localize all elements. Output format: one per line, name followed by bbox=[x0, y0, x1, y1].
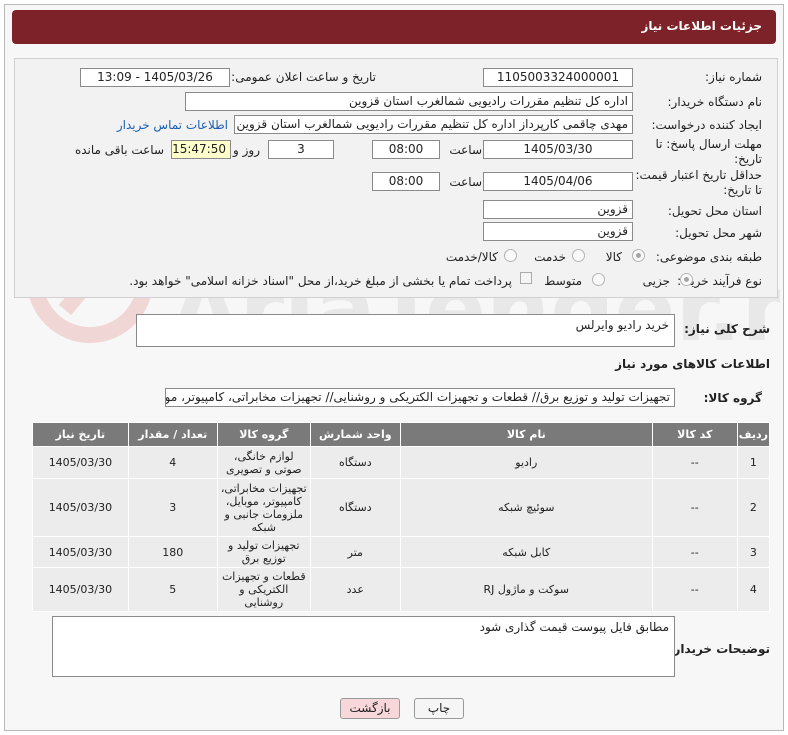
goods-section-title: اطلاعات کالاهای مورد نیاز bbox=[615, 357, 770, 371]
summary-label: شرح کلی نیاز: bbox=[684, 322, 770, 336]
cell-row: 2 bbox=[736, 478, 771, 537]
city-label: شهر محل تحویل: bbox=[675, 226, 762, 240]
announce-label: تاریخ و ساعت اعلان عمومی: bbox=[231, 70, 376, 84]
category-radio-goods-service[interactable] bbox=[504, 249, 517, 262]
category-option-goods-service: کالا/خدمت bbox=[445, 250, 498, 264]
province-label: استان محل تحویل: bbox=[667, 204, 762, 218]
cell-group: تجهیزات تولید و توزیع برق bbox=[216, 536, 311, 568]
table-row[interactable]: 2 -- سوئیچ شبکه دستگاه تجهیزات مخابراتی،… bbox=[32, 478, 771, 537]
process-option-medium: متوسط bbox=[544, 274, 582, 288]
buyer-field: اداره کل تنظیم مقررات رادیویی شمالغرب اس… bbox=[185, 92, 633, 111]
price-deadline-label: حداقل تاریخ اعتبار قیمت: تا تاریخ: bbox=[635, 168, 762, 197]
category-radio-goods[interactable] bbox=[632, 249, 645, 262]
remaining-time-field: 15:47:50 bbox=[171, 140, 231, 159]
page-header: جزئیات اطلاعات نیاز bbox=[12, 10, 776, 44]
price-time-label: ساعت bbox=[449, 175, 482, 189]
col-unit: واحد شمارش bbox=[309, 422, 401, 447]
col-code: کد کالا bbox=[651, 422, 738, 447]
cell-code: -- bbox=[651, 478, 738, 537]
cell-qty: 3 bbox=[127, 478, 218, 537]
buyer-notes-label: توضیحات خریدار: bbox=[668, 642, 770, 656]
contact-info-link[interactable]: اطلاعات تماس خریدار bbox=[117, 118, 228, 132]
category-option-service: خدمت bbox=[534, 250, 566, 264]
reply-date-field: 1405/03/30 bbox=[483, 140, 633, 159]
cell-row: 1 bbox=[736, 446, 771, 479]
process-radio-minor[interactable] bbox=[680, 273, 693, 286]
table-row[interactable]: 3 -- کابل شبکه متر تجهیزات تولید و توزیع… bbox=[32, 536, 771, 568]
cell-name: سوکت و ماژول RJ bbox=[399, 567, 653, 612]
items-table: ردیف کد کالا نام کالا واحد شمارش گروه کا… bbox=[32, 422, 771, 612]
days-label: روز و bbox=[233, 143, 260, 157]
goods-group-label: گروه کالا: bbox=[703, 391, 762, 405]
cell-name: کابل شبکه bbox=[399, 536, 653, 568]
cell-row: 4 bbox=[736, 567, 771, 612]
cell-group: تجهیزات مخابراتی، کامپیوتر، موبایل، ملزو… bbox=[216, 478, 311, 537]
col-group: گروه کالا bbox=[216, 422, 311, 447]
cell-group: لوازم خانگی، صوتی و تصویری bbox=[216, 446, 311, 479]
cell-unit: متر bbox=[309, 536, 401, 568]
cell-date: 1405/03/30 bbox=[32, 478, 129, 537]
cell-unit: دستگاه bbox=[309, 446, 401, 479]
process-option-minor: جزیی bbox=[642, 274, 670, 288]
process-radio-medium[interactable] bbox=[592, 273, 605, 286]
col-row: ردیف bbox=[736, 422, 771, 447]
print-button[interactable]: چاپ bbox=[414, 698, 464, 719]
cell-date: 1405/03/30 bbox=[32, 536, 129, 568]
cell-code: -- bbox=[651, 567, 738, 612]
cell-code: -- bbox=[651, 536, 738, 568]
cell-qty: 4 bbox=[127, 446, 218, 479]
treasury-payment-note: پرداخت تمام یا بخشی از مبلغ خرید،از محل … bbox=[129, 274, 512, 288]
cell-unit: عدد bbox=[309, 567, 401, 612]
table-row[interactable]: 1 -- رادیو دستگاه لوازم خانگی، صوتی و تص… bbox=[32, 446, 771, 479]
reply-time-label: ساعت bbox=[449, 143, 482, 157]
cell-qty: 180 bbox=[127, 536, 218, 568]
cell-group: قطعات و تجهیزات الکتریکی و روشنایی bbox=[216, 567, 311, 612]
col-date: تاریخ نیاز bbox=[32, 422, 129, 447]
cell-code: -- bbox=[651, 446, 738, 479]
back-button[interactable]: بازگشت bbox=[340, 698, 400, 719]
creator-label: ایجاد کننده درخواست: bbox=[651, 118, 762, 132]
col-name: نام کالا bbox=[399, 422, 653, 447]
cell-unit: دستگاه bbox=[309, 478, 401, 537]
creator-field: مهدی چاقمی کارپرداز اداره کل تنظیم مقررا… bbox=[234, 115, 633, 134]
province-field: قزوین bbox=[483, 200, 633, 219]
treasury-payment-checkbox[interactable] bbox=[520, 272, 532, 284]
need-number-field: 1105003324000001 bbox=[483, 68, 633, 87]
buyer-notes-field: مطابق فایل پیوست قیمت گذاری شود bbox=[52, 616, 675, 677]
summary-field: خرید رادیو وایرلس bbox=[136, 314, 675, 347]
cell-row: 3 bbox=[736, 536, 771, 568]
reply-time-field: 08:00 bbox=[372, 140, 440, 159]
need-number-label: شماره نیاز: bbox=[705, 70, 762, 84]
category-radio-service[interactable] bbox=[572, 249, 585, 262]
announce-field: 1405/03/26 - 13:09 bbox=[80, 68, 230, 87]
cell-date: 1405/03/30 bbox=[32, 446, 129, 479]
table-header-row: ردیف کد کالا نام کالا واحد شمارش گروه کا… bbox=[32, 422, 771, 447]
cell-name: رادیو bbox=[399, 446, 653, 479]
cell-date: 1405/03/30 bbox=[32, 567, 129, 612]
buyer-label: نام دستگاه خریدار: bbox=[667, 95, 763, 109]
col-qty: تعداد / مقدار bbox=[127, 422, 218, 447]
goods-group-field: تجهیزات تولید و توزیع برق// قطعات و تجهی… bbox=[165, 388, 675, 407]
days-field: 3 bbox=[268, 140, 334, 159]
reply-deadline-label: مهلت ارسال پاسخ: تا تاریخ: bbox=[655, 137, 762, 166]
table-row[interactable]: 4 -- سوکت و ماژول RJ عدد قطعات و تجهیزات… bbox=[32, 567, 771, 612]
page-title: جزئیات اطلاعات نیاز bbox=[641, 19, 762, 33]
price-date-field: 1405/04/06 bbox=[483, 172, 633, 191]
category-label: طبقه بندی موضوعی: bbox=[655, 250, 762, 264]
city-field: قزوین bbox=[483, 222, 633, 241]
remaining-time-label: ساعت باقی مانده bbox=[74, 143, 164, 157]
category-option-goods: کالا bbox=[605, 250, 622, 264]
cell-name: سوئیچ شبکه bbox=[399, 478, 653, 537]
price-time-field: 08:00 bbox=[372, 172, 440, 191]
cell-qty: 5 bbox=[127, 567, 218, 612]
